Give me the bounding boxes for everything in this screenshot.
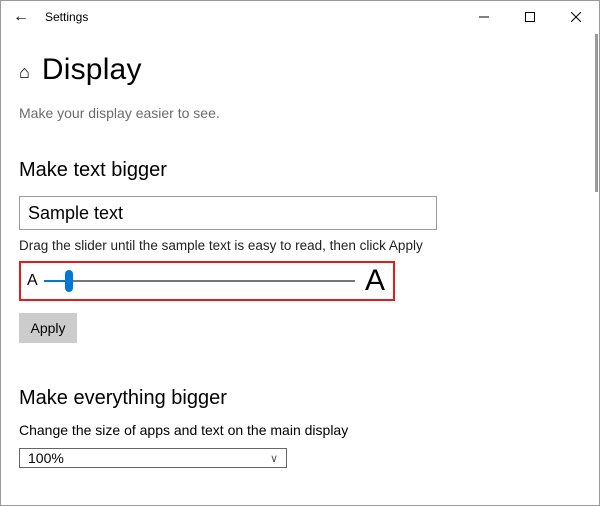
apply-button-label: Apply xyxy=(30,320,65,336)
titlebar: ← Settings xyxy=(1,1,599,33)
sample-text-value: Sample text xyxy=(28,203,123,224)
sample-text-box: Sample text xyxy=(19,196,437,230)
close-icon xyxy=(571,12,581,22)
minimize-button[interactable] xyxy=(461,1,507,33)
back-button[interactable]: ← xyxy=(1,1,41,33)
window-title: Settings xyxy=(41,10,88,24)
slider-instruction: Drag the slider until the sample text is… xyxy=(19,238,575,253)
content-area: ⌂ Display Make your display easier to se… xyxy=(1,33,593,505)
arrow-left-icon: ← xyxy=(13,8,29,26)
settings-window: ← Settings ⌂ Display Make your display e… xyxy=(0,0,600,506)
home-icon[interactable]: ⌂ xyxy=(19,62,30,83)
window-controls xyxy=(461,1,599,33)
small-a-label: A xyxy=(27,272,38,290)
scale-combobox[interactable]: 100% ∨ xyxy=(19,448,287,468)
page-title: Display xyxy=(42,53,142,87)
big-a-label: A xyxy=(365,266,385,296)
section-make-text-bigger-heading: Make text bigger xyxy=(19,159,575,182)
text-size-slider-highlight: A A xyxy=(19,261,395,301)
slider-track xyxy=(44,280,355,282)
page-subtitle: Make your display easier to see. xyxy=(19,105,575,121)
scale-combobox-value: 100% xyxy=(28,453,270,463)
everything-bigger-desc: Change the size of apps and text on the … xyxy=(19,422,575,438)
chevron-down-icon: ∨ xyxy=(270,452,278,465)
close-button[interactable] xyxy=(553,1,599,33)
slider-thumb[interactable] xyxy=(65,270,73,292)
page-header: ⌂ Display xyxy=(19,53,575,87)
maximize-icon xyxy=(525,12,535,22)
apply-button[interactable]: Apply xyxy=(19,313,77,343)
section-make-everything-bigger-heading: Make everything bigger xyxy=(19,387,575,410)
scrollbar[interactable] xyxy=(595,34,598,192)
minimize-icon xyxy=(479,12,489,22)
maximize-button[interactable] xyxy=(507,1,553,33)
text-size-slider[interactable] xyxy=(44,269,355,293)
